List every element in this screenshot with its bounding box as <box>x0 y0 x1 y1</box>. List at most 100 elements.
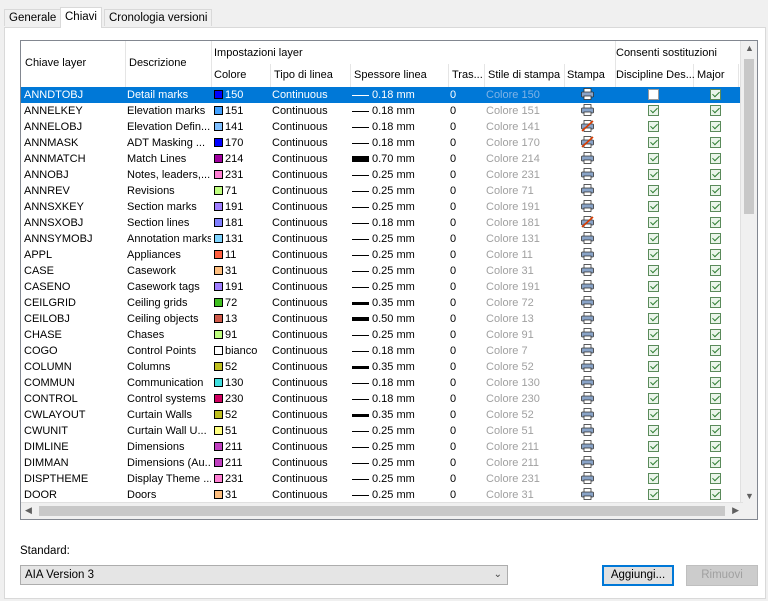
discipline-override-checkbox[interactable] <box>648 167 660 183</box>
layer-linetype[interactable]: Continuous <box>272 151 350 167</box>
discipline-override-checkbox[interactable] <box>648 471 660 487</box>
header-tipo-di-linea[interactable]: Tipo di linea <box>274 69 333 81</box>
header-chiave-layer[interactable]: Chiave layer <box>25 57 86 69</box>
layer-lineweight[interactable]: 0.25 mm <box>352 231 448 247</box>
discipline-override-checkbox[interactable] <box>648 199 660 215</box>
layer-linetype[interactable]: Continuous <box>272 279 350 295</box>
table-row[interactable]: ANNDTOBJ Detail marks 150 Continuous 0.18 mm… <box>21 87 743 103</box>
table-row[interactable]: CEILOBJ Ceiling objects 13 Continuous 0.50 m… <box>21 311 743 327</box>
discipline-override-checkbox[interactable] <box>648 215 660 231</box>
printer-icon[interactable] <box>581 423 595 439</box>
layer-linetype[interactable]: Continuous <box>272 263 350 279</box>
major-override-checkbox[interactable] <box>710 455 722 471</box>
printer-icon[interactable] <box>581 327 595 343</box>
layer-linetype[interactable]: Continuous <box>272 199 350 215</box>
printer-icon[interactable] <box>581 263 595 279</box>
vertical-scrollbar[interactable]: ▲ ▼ <box>740 41 757 503</box>
layer-lineweight[interactable]: 0.18 mm <box>352 135 448 151</box>
major-override-checkbox[interactable] <box>710 487 722 503</box>
printer-icon[interactable] <box>581 167 595 183</box>
table-row[interactable]: DISPTHEME Display Theme ... 231 Continuous 0… <box>21 471 743 487</box>
major-override-checkbox[interactable] <box>710 359 722 375</box>
discipline-override-checkbox[interactable] <box>648 103 660 119</box>
discipline-override-checkbox[interactable] <box>648 135 660 151</box>
major-override-checkbox[interactable] <box>710 391 722 407</box>
table-row[interactable]: CWUNIT Curtain Wall U... 51 Continuous 0.25 … <box>21 423 743 439</box>
layer-transparency[interactable]: 0 <box>450 375 484 391</box>
layer-transparency[interactable]: 0 <box>450 167 484 183</box>
layer-transparency[interactable]: 0 <box>450 391 484 407</box>
major-override-checkbox[interactable] <box>710 311 722 327</box>
layer-linetype[interactable]: Continuous <box>272 119 350 135</box>
layer-transparency[interactable]: 0 <box>450 455 484 471</box>
printer-icon[interactable] <box>581 247 595 263</box>
scroll-down-icon[interactable]: ▼ <box>745 491 754 501</box>
header-descrizione[interactable]: Descrizione <box>129 57 186 69</box>
printer-icon[interactable] <box>581 455 595 471</box>
layer-linetype[interactable]: Continuous <box>272 327 350 343</box>
table-row[interactable]: ANNOBJ Notes, leaders,... 231 Continuous 0.2… <box>21 167 743 183</box>
major-override-checkbox[interactable] <box>710 279 722 295</box>
table-row[interactable]: ANNREV Revisions 71 Continuous 0.25 mm 0 Color… <box>21 183 743 199</box>
layer-color[interactable]: 31 <box>214 487 270 503</box>
table-row[interactable]: COGO Control Points bianco Continuous 0.18 m… <box>21 343 743 359</box>
table-row[interactable]: ANNMASK ADT Masking ... 170 Continuous 0.18 … <box>21 135 743 151</box>
table-row[interactable]: CWLAYOUT Curtain Walls 52 Continuous 0.35 mm… <box>21 407 743 423</box>
table-row[interactable]: ANNMATCH Match Lines 214 Continuous 0.70 mm 0… <box>21 151 743 167</box>
layer-lineweight[interactable]: 0.50 mm <box>352 311 448 327</box>
layer-lineweight[interactable]: 0.25 mm <box>352 279 448 295</box>
major-override-checkbox[interactable] <box>710 471 722 487</box>
layer-transparency[interactable]: 0 <box>450 135 484 151</box>
layer-linetype[interactable]: Continuous <box>272 295 350 311</box>
printer-icon[interactable] <box>581 487 595 503</box>
major-override-checkbox[interactable] <box>710 103 722 119</box>
chevron-down-icon[interactable]: ⌄ <box>494 566 502 584</box>
standard-select[interactable]: AIA Version 3 ⌄ <box>20 565 508 585</box>
table-row[interactable]: DIMMAN Dimensions (Au... 211 Continuous 0.25… <box>21 455 743 471</box>
table-row[interactable]: COMMUN Communication 130 Continuous 0.18 mm 0… <box>21 375 743 391</box>
table-row[interactable]: CASENO Casework tags 191 Continuous 0.25 mm 0… <box>21 279 743 295</box>
layer-lineweight[interactable]: 0.18 mm <box>352 119 448 135</box>
discipline-override-checkbox[interactable] <box>648 87 660 103</box>
printer-icon[interactable] <box>581 279 595 295</box>
layer-linetype[interactable]: Continuous <box>272 343 350 359</box>
layer-linetype[interactable]: Continuous <box>272 375 350 391</box>
layer-lineweight[interactable]: 0.25 mm <box>352 487 448 503</box>
discipline-override-checkbox[interactable] <box>648 247 660 263</box>
major-override-checkbox[interactable] <box>710 231 722 247</box>
layer-transparency[interactable]: 0 <box>450 343 484 359</box>
layer-lineweight[interactable]: 0.25 mm <box>352 183 448 199</box>
layer-color[interactable]: 52 <box>214 359 270 375</box>
discipline-override-checkbox[interactable] <box>648 359 660 375</box>
discipline-override-checkbox[interactable] <box>648 151 660 167</box>
major-override-checkbox[interactable] <box>710 183 722 199</box>
discipline-override-checkbox[interactable] <box>648 487 660 503</box>
layer-transparency[interactable]: 0 <box>450 471 484 487</box>
layer-transparency[interactable]: 0 <box>450 119 484 135</box>
layer-linetype[interactable]: Continuous <box>272 135 350 151</box>
major-override-checkbox[interactable] <box>710 375 722 391</box>
layer-linetype[interactable]: Continuous <box>272 423 350 439</box>
layer-transparency[interactable]: 0 <box>450 407 484 423</box>
discipline-override-checkbox[interactable] <box>648 439 660 455</box>
layer-linetype[interactable]: Continuous <box>272 231 350 247</box>
layer-linetype[interactable]: Continuous <box>272 247 350 263</box>
major-override-checkbox[interactable] <box>710 151 722 167</box>
layer-linetype[interactable]: Continuous <box>272 167 350 183</box>
major-override-checkbox[interactable] <box>710 407 722 423</box>
table-row[interactable]: CASE Casework 31 Continuous 0.25 mm 0 Colore 3… <box>21 263 743 279</box>
layer-lineweight[interactable]: 0.25 mm <box>352 327 448 343</box>
printer-icon[interactable] <box>581 151 595 167</box>
major-override-checkbox[interactable] <box>710 135 722 151</box>
layer-color[interactable]: 71 <box>214 183 270 199</box>
discipline-override-checkbox[interactable] <box>648 311 660 327</box>
layer-transparency[interactable]: 0 <box>450 487 484 503</box>
layer-transparency[interactable]: 0 <box>450 199 484 215</box>
discipline-override-checkbox[interactable] <box>648 391 660 407</box>
layer-color[interactable]: 191 <box>214 279 270 295</box>
layer-transparency[interactable]: 0 <box>450 423 484 439</box>
layer-color[interactable]: 170 <box>214 135 270 151</box>
discipline-override-checkbox[interactable] <box>648 295 660 311</box>
table-row[interactable]: ANNSXKEY Section marks 191 Continuous 0.25 m… <box>21 199 743 215</box>
layer-color[interactable]: 150 <box>214 87 270 103</box>
